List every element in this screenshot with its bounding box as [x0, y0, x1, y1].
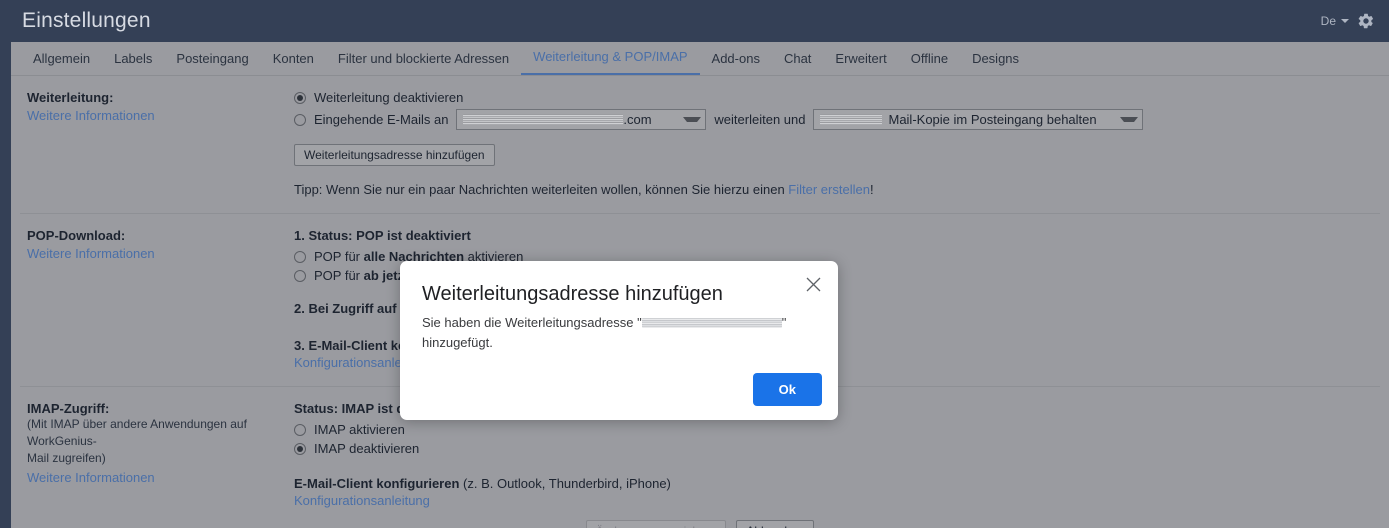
forwarding-body-col: Weiterleitung deaktivieren Eingehende E-… [294, 90, 1389, 213]
forwarding-tip: Tipp: Wenn Sie nur ein paar Nachrichten … [294, 182, 1371, 197]
language-label: De [1320, 14, 1336, 28]
imap-enable-label: IMAP aktivieren [314, 422, 405, 437]
forwarding-label-col: Weiterleitung: Weitere Informationen [11, 90, 294, 213]
save-changes-button[interactable]: Änderungen speichern [585, 520, 727, 528]
forwarding-tip-text: Tipp: Wenn Sie nur ein paar Nachrichten … [294, 182, 789, 197]
create-filter-link[interactable]: Filter erstellen [788, 182, 870, 197]
add-forwarding-address-button[interactable]: Weiterleitungsadresse hinzufügen [294, 144, 495, 166]
chevron-down-icon [1341, 19, 1349, 23]
add-forwarding-address-dialog: Weiterleitungsadresse hinzufügen Sie hab… [400, 261, 838, 420]
radio-imap-enable[interactable] [294, 423, 306, 436]
forwarding-disable-option[interactable]: Weiterleitung deaktivieren [294, 90, 1371, 105]
imap-more-info-link[interactable]: Weitere Informationen [27, 470, 294, 485]
close-icon-glyph [806, 277, 820, 291]
tab-add-ons[interactable]: Add-ons [700, 51, 772, 75]
imap-disable-option[interactable]: IMAP deaktivieren [294, 441, 1371, 456]
redacted-email-address [641, 318, 782, 328]
radio-pop-from-now[interactable] [294, 269, 306, 282]
dialog-body: Sie haben die Weiterleitungsadresse " " h… [422, 313, 816, 353]
language-selector[interactable]: De [1321, 14, 1349, 28]
radio-imap-disable[interactable] [294, 442, 306, 455]
imap-config-link[interactable]: Konfigurationsanleitung [294, 493, 1371, 508]
imap-note-line1: (Mit IMAP über andere Anwendungen auf Wo… [27, 417, 247, 448]
pop-more-info-link[interactable]: Weitere Informationen [27, 246, 294, 261]
redacted-email-address [463, 114, 624, 125]
dialog-body-prefix: Sie haben die Weiterleitungsadresse " [422, 315, 642, 330]
imap-label-col: IMAP-Zugriff: (Mit IMAP über andere Anwe… [11, 401, 294, 508]
tab-konten[interactable]: Konten [261, 51, 326, 75]
tab-allgemein[interactable]: Allgemein [21, 51, 102, 75]
radio-forwarding-disable[interactable] [294, 91, 306, 104]
section-forwarding: Weiterleitung: Weitere Informationen Wei… [11, 76, 1389, 213]
tab-weiterleitung-pop-imap[interactable]: Weiterleitung & POP/IMAP [521, 49, 700, 75]
forwarding-disable-label: Weiterleitung deaktivieren [314, 90, 464, 105]
forwarding-incoming-option[interactable]: Eingehende E-Mails an .com weiterleiten … [294, 109, 1371, 130]
dialog-ok-button[interactable]: Ok [752, 373, 822, 406]
forwarding-copy-action-value: Mail-Kopie im Posteingang behalten [888, 112, 1097, 127]
forwarding-and-text: weiterleiten und [714, 112, 806, 127]
left-rail [0, 42, 11, 528]
app-root: Einstellungen De Allgemein Labels Postei… [0, 0, 1389, 528]
gear-icon[interactable] [1357, 12, 1375, 30]
forwarding-more-info-link[interactable]: Weitere Informationen [27, 108, 294, 123]
dialog-title: Weiterleitungsadresse hinzufügen [422, 283, 723, 305]
close-icon[interactable] [802, 273, 824, 295]
cancel-button[interactable]: Abbrechen [736, 520, 815, 528]
settings-tabbar: Allgemein Labels Posteingang Konten Filt… [11, 42, 1389, 76]
radio-pop-all-messages[interactable] [294, 250, 306, 263]
forwarding-copy-action-select[interactable]: Mail-Kopie im Posteingang behalten [813, 109, 1144, 130]
imap-disable-label: IMAP deaktivieren [314, 441, 420, 456]
forwarding-tip-suffix: ! [869, 182, 874, 197]
imap-section-label: IMAP-Zugriff: [27, 401, 110, 416]
radio-forwarding-incoming[interactable] [294, 113, 306, 126]
pop-section-label: POP-Download: [27, 228, 126, 243]
tab-designs[interactable]: Designs [960, 51, 1031, 75]
app-header: Einstellungen De [0, 0, 1389, 42]
imap-enable-option[interactable]: IMAP aktivieren [294, 422, 1371, 437]
tab-chat[interactable]: Chat [772, 51, 823, 75]
forwarding-address-select[interactable]: .com [456, 109, 707, 130]
forwarding-incoming-label: Eingehende E-Mails an [314, 112, 449, 127]
chevron-down-icon [1120, 117, 1139, 122]
tab-posteingang[interactable]: Posteingang [164, 51, 260, 75]
tab-labels[interactable]: Labels [102, 51, 164, 75]
settings-footer: Änderungen speichern Abbrechen [11, 508, 1389, 528]
tab-offline[interactable]: Offline [899, 51, 960, 75]
imap-client-config-title: E-Mail-Client konfigurieren (z. B. Outlo… [294, 476, 671, 491]
pop-label-col: POP-Download: Weitere Informationen [11, 228, 294, 386]
forwarding-section-label: Weiterleitung: [27, 90, 114, 105]
forwarding-address-suffix: .com [623, 112, 652, 127]
imap-note-line2: Mail zugreifen) [27, 451, 106, 465]
pop-step1-title: 1. Status: POP ist deaktiviert [294, 228, 471, 243]
redacted-account-name [820, 114, 883, 125]
tab-filter[interactable]: Filter und blockierte Adressen [326, 51, 521, 75]
tab-erweitert[interactable]: Erweitert [823, 51, 898, 75]
chevron-down-icon [683, 117, 702, 122]
page-title: Einstellungen [22, 9, 151, 32]
header-actions: De [1321, 12, 1375, 30]
